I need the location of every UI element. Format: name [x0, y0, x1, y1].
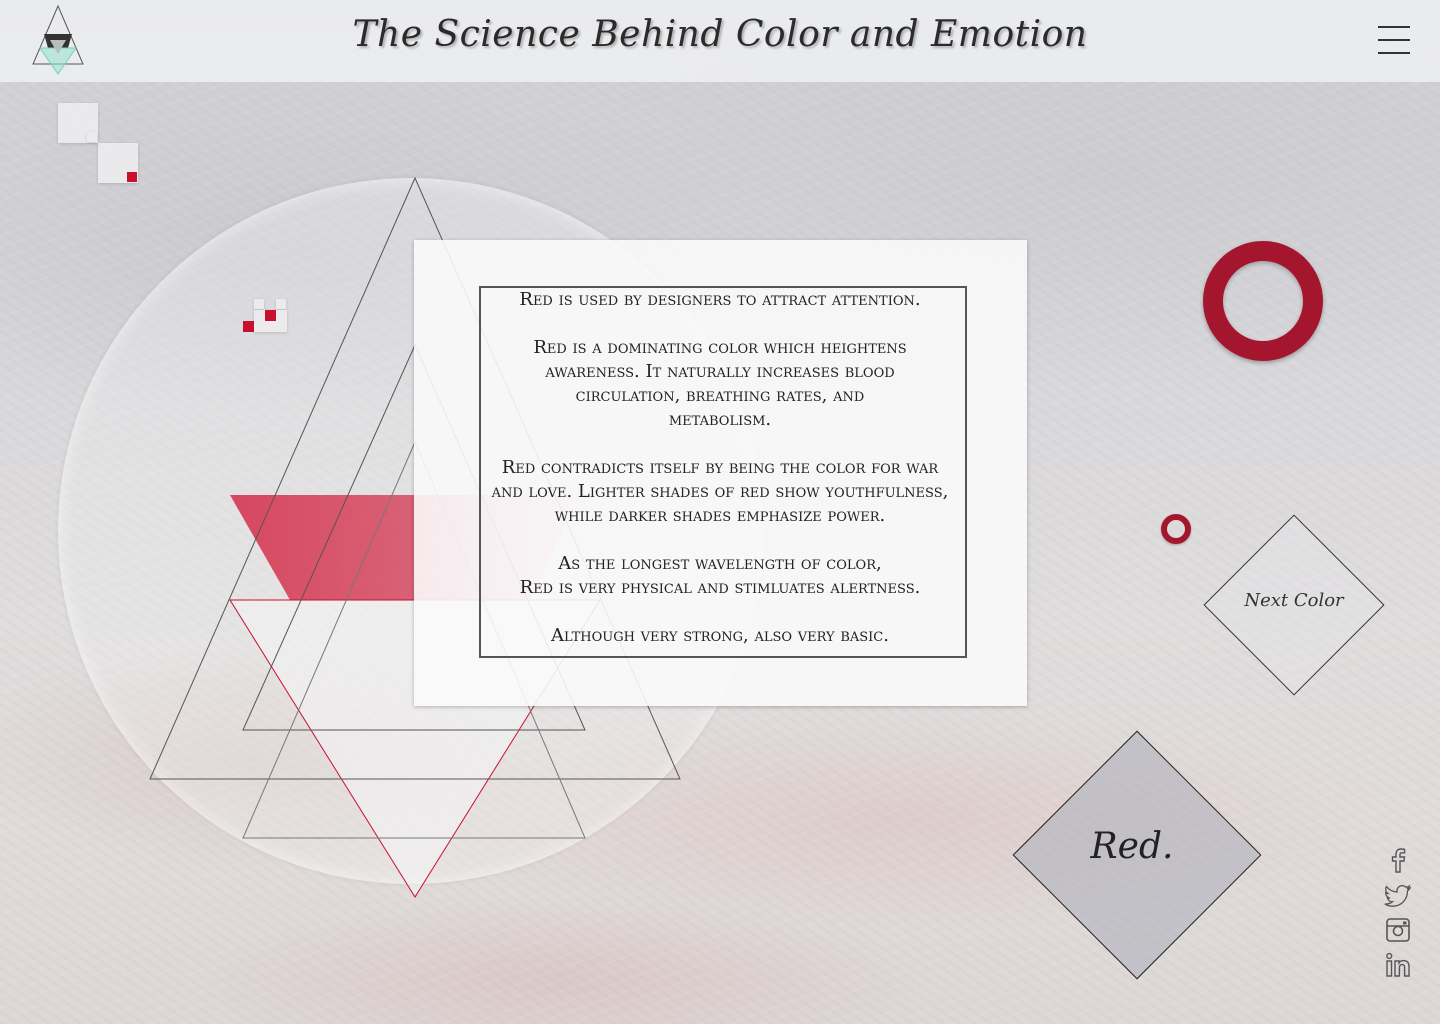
decorative-red-square	[243, 321, 254, 332]
paragraph: Although very strong, also very basic.	[551, 625, 889, 646]
paragraph: Red contradicts itself by being the colo…	[491, 457, 949, 526]
decorative-red-ring	[1203, 241, 1323, 361]
page-title: The Science Behind Color and Emotion	[352, 14, 1088, 55]
decorative-square	[276, 299, 286, 309]
instagram-icon[interactable]	[1383, 915, 1413, 945]
paragraph: Red is used by designers to attract atte…	[519, 289, 921, 310]
decorative-square	[254, 299, 264, 309]
header-bar: The Science Behind Color and Emotion	[0, 0, 1440, 82]
decorative-red-square	[127, 172, 137, 182]
twitter-icon[interactable]	[1383, 880, 1413, 910]
next-color-label[interactable]: Next Color	[1210, 590, 1378, 611]
hamburger-menu-icon[interactable]	[1378, 24, 1410, 56]
decorative-small-red-ring	[1161, 514, 1191, 544]
content-card: Red is used by designers to attract atte…	[414, 240, 1027, 706]
facebook-icon[interactable]	[1383, 845, 1413, 875]
current-color-label: Red.	[1090, 826, 1174, 867]
paragraph: Red is a dominating color which heighten…	[533, 337, 907, 430]
paragraph: As the longest wavelength of color, Red …	[519, 553, 921, 598]
decorative-red-square	[265, 310, 276, 321]
content-text: Red is used by designers to attract atte…	[489, 288, 951, 672]
linkedin-icon[interactable]	[1383, 950, 1413, 980]
decorative-square	[87, 132, 97, 142]
